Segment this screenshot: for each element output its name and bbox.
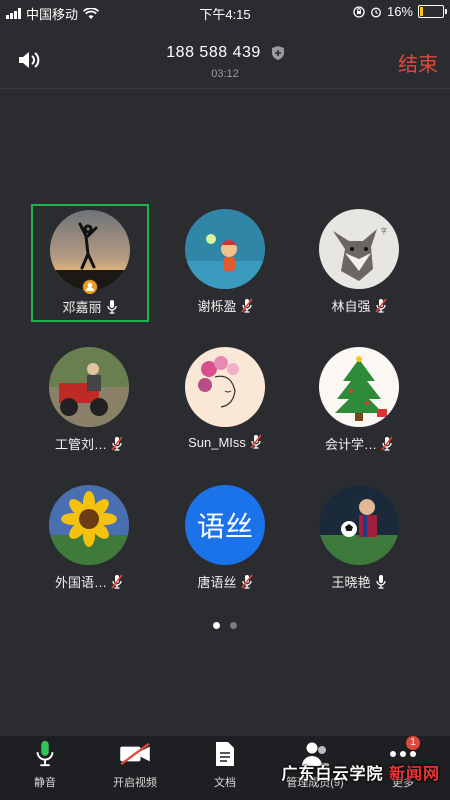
member-info: 王晓艳	[301, 572, 417, 591]
member-tile[interactable]: 字林自强	[301, 204, 417, 320]
member-name: 唐语丝	[197, 575, 237, 590]
avatar	[319, 485, 399, 565]
member-name: 邓嘉丽	[62, 300, 102, 315]
mic-muted-icon	[111, 436, 123, 452]
toolbar-label: 静音	[34, 777, 56, 789]
member-name: 林自强	[331, 299, 371, 314]
toolbar-label: 开启视频	[113, 777, 157, 789]
avatar	[50, 210, 130, 290]
avatar	[49, 347, 129, 427]
page-dot[interactable]	[230, 622, 237, 629]
avatar: 语丝	[185, 485, 265, 565]
mic-muted-icon	[381, 436, 393, 452]
toolbar-label: 文档	[214, 777, 236, 789]
microphone-icon	[0, 740, 90, 768]
member-info: 工管刘…	[31, 434, 147, 453]
member-tile[interactable]: 谢栎盈	[167, 204, 283, 320]
member-name: 外国语…	[54, 575, 107, 590]
member-info: 唐语丝	[167, 572, 283, 591]
watermark-right: 新闻网	[388, 766, 440, 783]
member-tile[interactable]: 王晓艳	[301, 480, 417, 596]
mic-muted-icon	[111, 574, 123, 590]
toolbar-microphone-button[interactable]: 静音	[0, 736, 90, 800]
avatar	[319, 347, 399, 427]
mic-muted-icon	[240, 574, 253, 590]
video-off-icon	[90, 740, 180, 768]
member-tile[interactable]: 外国语…	[31, 480, 147, 596]
member-info: 外国语…	[31, 572, 147, 591]
member-info: 谢栎盈	[167, 296, 283, 315]
member-name: 会计学…	[324, 437, 377, 452]
avatar	[49, 485, 129, 565]
toolbar-document-button[interactable]: 文档	[180, 736, 270, 800]
mic-muted-icon	[374, 298, 387, 314]
avatar	[185, 209, 265, 289]
watermark-left: 广东白云学院	[281, 766, 384, 783]
toolbar-video-off-button[interactable]: 开启视频	[90, 736, 180, 800]
member-name: 王晓艳	[331, 575, 371, 590]
member-tile[interactable]: Sun_MIss	[167, 342, 283, 458]
watermark: 广东白云学院 新闻网	[282, 760, 440, 784]
document-icon	[180, 740, 270, 768]
avatar	[185, 347, 265, 427]
mic-muted-icon	[250, 434, 262, 450]
member-tile[interactable]: 邓嘉丽	[31, 204, 149, 322]
avatar: 字	[319, 209, 399, 289]
member-info: 邓嘉丽	[33, 297, 147, 316]
page-indicator	[0, 622, 450, 629]
notification-badge: 1	[406, 736, 420, 750]
member-tile[interactable]: 语丝 唐语丝	[167, 480, 283, 596]
member-tile[interactable]: 工管刘…	[31, 342, 147, 458]
host-badge-icon	[82, 279, 98, 295]
member-info: 会计学…	[301, 434, 417, 453]
member-tile[interactable]: 会计学…	[301, 342, 417, 458]
page-dot[interactable]	[213, 622, 220, 629]
member-name: 工管刘…	[54, 437, 107, 452]
microphone-icon	[375, 574, 387, 590]
avatar-text: 语丝	[196, 511, 253, 542]
microphone-icon	[106, 299, 118, 315]
svg-text:字: 字	[381, 227, 387, 235]
member-info: 林自强	[301, 296, 417, 315]
member-info: Sun_MIss	[167, 434, 283, 450]
member-grid: 邓嘉丽 谢栎盈字林自强 工管刘… Sun_MIss 会计学… 外国语… 语丝 唐语丝 王晓艳	[0, 0, 450, 720]
member-name: 谢栎盈	[197, 299, 237, 314]
mic-muted-icon	[240, 298, 253, 314]
member-name: Sun_MIss	[188, 434, 246, 450]
